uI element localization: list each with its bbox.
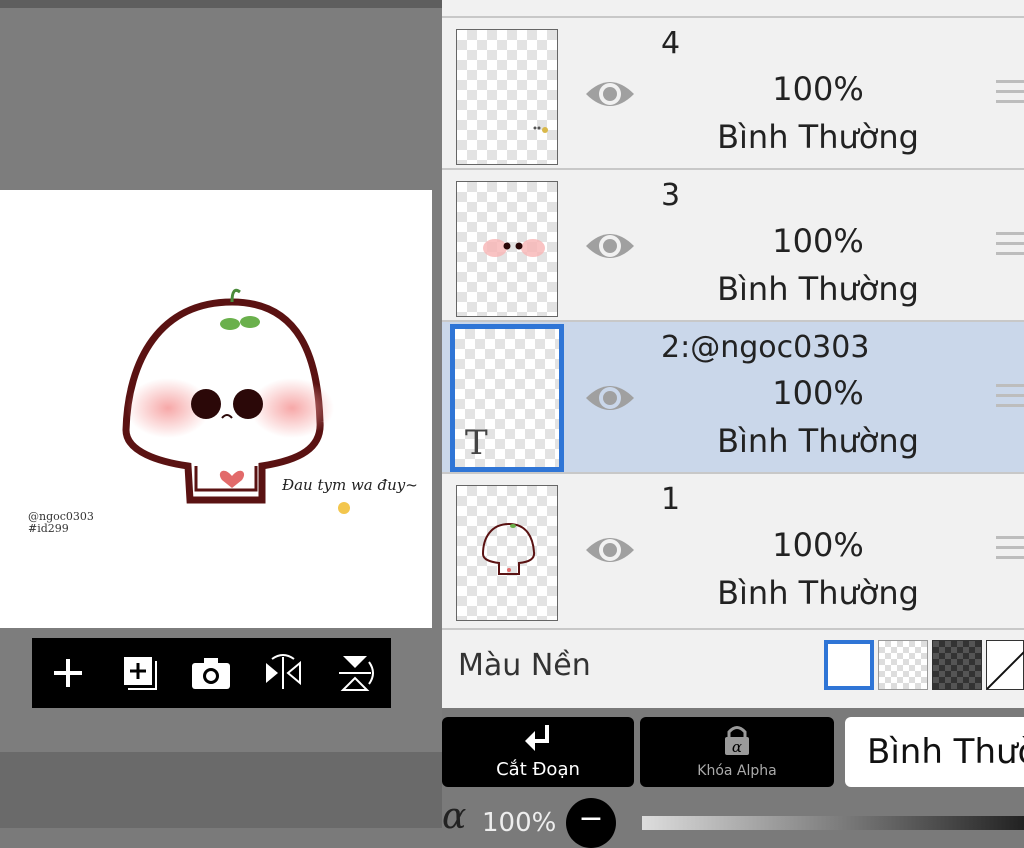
bg-swatch-none[interactable] [986, 640, 1024, 690]
layer-opacity: 100% [772, 374, 864, 412]
layer-row-2[interactable]: T 2:@ngoc0303 100% Bình Thường [442, 322, 1024, 474]
layer-opacity: 100% [772, 70, 864, 108]
layer-top-partial [442, 0, 1024, 18]
layer-thumbnail[interactable] [456, 29, 558, 165]
clipping-arrow-icon [525, 725, 549, 751]
drag-handle-icon[interactable] [996, 536, 1024, 566]
bg-swatch-white[interactable] [824, 640, 874, 690]
bg-swatch-transparent[interactable] [878, 640, 928, 690]
text-layer-icon: T [465, 423, 488, 463]
layer-blend-mode: Bình Thường [717, 118, 919, 156]
plus-icon[interactable] [44, 649, 92, 697]
mushroom-drawing [122, 288, 350, 514]
background-color-label: Màu Nền [458, 648, 591, 683]
drawing-canvas[interactable]: Đau tym wa đuy~ @ngoc0303 #id299 [0, 190, 432, 628]
clipping-button[interactable]: Cắt Đoạn [442, 717, 634, 787]
opacity-decrease-button[interactable]: − [566, 798, 616, 848]
layer-row-3[interactable]: 3 100% Bình Thường [442, 170, 1024, 322]
top-bar [0, 0, 442, 8]
alpha-symbol: α [442, 796, 467, 837]
alpha-lock-label: Khóa Alpha [697, 763, 777, 779]
bottom-area [0, 752, 442, 828]
layer-row-4[interactable]: 4 100% Bình Thường [442, 18, 1024, 170]
layer-name: 4 [661, 26, 681, 61]
clipping-label: Cắt Đoạn [496, 759, 580, 780]
camera-icon[interactable] [187, 649, 235, 697]
opacity-value: 100% [482, 808, 557, 838]
drag-handle-icon[interactable] [996, 384, 1024, 414]
svg-text:α: α [732, 738, 742, 756]
layer-blend-mode: Bình Thường [717, 270, 919, 308]
layer-name: 2:@ngoc0303 [661, 330, 870, 365]
flip-horizontal-icon[interactable] [259, 649, 307, 697]
layer-row-1[interactable]: 1 100% Bình Thường [442, 474, 1024, 630]
layer-thumbnail[interactable]: T [450, 324, 564, 472]
visibility-eye-icon[interactable] [584, 72, 636, 116]
canvas-toolbar [32, 638, 391, 708]
canvas-watermark-2: #id299 [28, 522, 69, 535]
layer-opacity: 100% [772, 222, 864, 260]
drag-handle-icon[interactable] [996, 80, 1024, 110]
background-color-row: Màu Nền [442, 630, 1024, 708]
alpha-lock-button[interactable]: α Khóa Alpha [640, 717, 834, 787]
opacity-row: α 100% − [442, 792, 1024, 848]
add-layer-icon[interactable] [116, 649, 164, 697]
flip-vertical-icon[interactable] [331, 649, 379, 697]
layer-opacity: 100% [772, 526, 864, 564]
bg-swatch-dark[interactable] [932, 640, 982, 690]
layer-name: 1 [661, 482, 681, 517]
lock-icon: α [725, 726, 749, 756]
layer-name: 3 [661, 178, 681, 213]
layer-blend-mode: Bình Thường [717, 422, 919, 460]
blend-mode-select[interactable]: Bình Thường [845, 717, 1024, 787]
visibility-eye-icon[interactable] [584, 376, 636, 420]
canvas-area[interactable]: Đau tym wa đuy~ @ngoc0303 #id299 [0, 0, 442, 828]
layers-panel: 4 100% Bình Thường 3 100% Bình Thường T … [442, 0, 1024, 708]
visibility-eye-icon[interactable] [584, 528, 636, 572]
drag-handle-icon[interactable] [996, 232, 1024, 262]
layer-blend-mode: Bình Thường [717, 574, 919, 612]
visibility-eye-icon[interactable] [584, 224, 636, 268]
layer-thumbnail[interactable] [456, 181, 558, 317]
layer-thumbnail[interactable] [456, 485, 558, 621]
canvas-caption: Đau tym wa đuy~ [282, 476, 418, 494]
